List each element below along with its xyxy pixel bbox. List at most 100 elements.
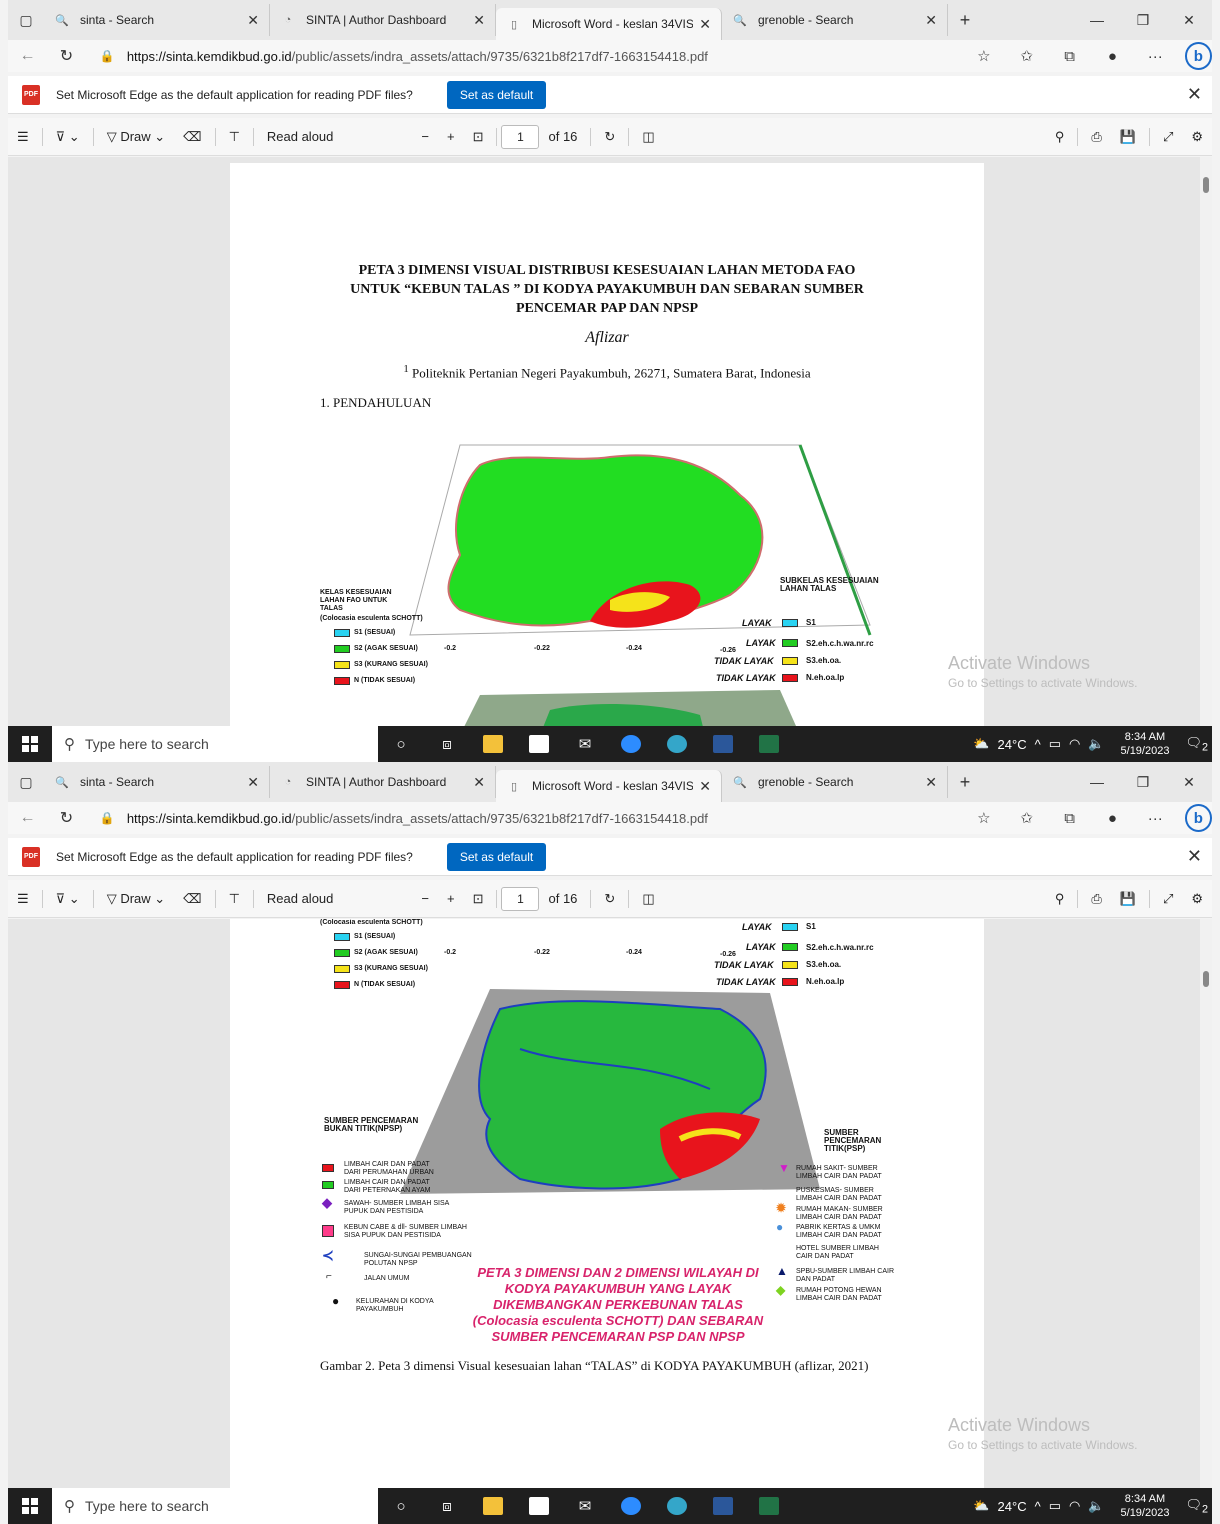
bing-chat-icon[interactable]: b <box>1184 804 1213 832</box>
fit-page-icon[interactable]: ⊡ <box>464 129 493 145</box>
draw-button[interactable]: ▽ Draw ⌄ <box>98 891 174 907</box>
restore-icon[interactable]: ❐ <box>1120 12 1166 29</box>
vertical-scrollbar[interactable] <box>1200 157 1212 728</box>
back-arrow-icon[interactable]: ← <box>8 47 47 65</box>
fullscreen-icon[interactable]: ⤢ <box>1154 129 1182 145</box>
more-options-icon[interactable]: ··· <box>1134 48 1177 65</box>
close-window-icon[interactable]: ✕ <box>1166 12 1212 29</box>
clock[interactable]: 8:34 AM 5/19/2023 <box>1121 730 1170 758</box>
url-field[interactable]: 🔒 https://sinta.kemdikbud.go.id /public/… <box>86 805 963 831</box>
draw-button[interactable]: ▽ Draw ⌄ <box>98 129 174 145</box>
close-tab-icon[interactable]: ✕ <box>699 16 711 33</box>
temperature[interactable]: 24°C <box>998 737 1027 752</box>
close-infobar-icon[interactable]: ✕ <box>1187 846 1202 867</box>
edge-icon[interactable] <box>654 1497 700 1516</box>
eraser-icon[interactable]: ⌫ <box>174 129 210 145</box>
temperature[interactable]: 24°C <box>998 1499 1027 1514</box>
pdf-viewer[interactable]: PETA 3 DIMENSI VISUAL DISTRIBUSI KESESUA… <box>8 157 1212 728</box>
store-icon[interactable] <box>516 1497 562 1516</box>
favorites-icon[interactable]: ✩ <box>1005 47 1048 65</box>
profile-avatar-icon[interactable]: ● <box>1091 48 1134 65</box>
tab-actions-icon[interactable]: ▢ <box>8 12 44 29</box>
tab-actions-icon[interactable]: ▢ <box>8 774 44 791</box>
new-tab-button[interactable]: + <box>948 10 982 31</box>
collections-icon[interactable]: ⧉ <box>1048 810 1091 827</box>
pdf-viewer[interactable]: (Colocasia esculenta SCHOTT) S1 (SESUAI)… <box>8 919 1212 1490</box>
set-as-default-button[interactable]: Set as default <box>446 80 547 109</box>
fullscreen-icon[interactable]: ⤢ <box>1154 891 1182 907</box>
volume-icon[interactable]: 🔈 <box>1088 736 1104 752</box>
find-icon[interactable]: ⚲ <box>1046 129 1074 145</box>
taskbar-search-box[interactable]: ⚲ Type here to search <box>52 1488 378 1524</box>
print-icon[interactable]: ⎙ <box>1082 891 1110 907</box>
rotate-icon[interactable]: ↻ <box>595 129 624 145</box>
battery-icon[interactable]: ▭ <box>1049 1498 1061 1514</box>
close-tab-icon[interactable]: ✕ <box>925 774 937 791</box>
back-arrow-icon[interactable]: ← <box>8 809 47 827</box>
clock[interactable]: 8:34 AM 5/19/2023 <box>1121 1492 1170 1520</box>
contents-icon[interactable]: ☰ <box>8 129 38 145</box>
rotate-icon[interactable]: ↻ <box>595 891 624 907</box>
read-aloud-star-icon[interactable]: ☆ <box>962 809 1005 827</box>
task-view-icon[interactable]: ⧈ <box>424 736 470 753</box>
page-number-input[interactable]: 1 <box>501 886 540 911</box>
tab-sinta-dashboard[interactable]: ◔ SINTA | Author Dashboard ✕ <box>270 4 496 36</box>
close-tab-icon[interactable]: ✕ <box>925 12 937 29</box>
page-view-icon[interactable]: ◫ <box>633 129 663 145</box>
tab-grenoble-search[interactable]: 🔍 grenoble - Search ✕ <box>722 766 948 798</box>
cortana-icon[interactable]: ○ <box>378 736 424 753</box>
taskbar-search-box[interactable]: ⚲ Type here to search <box>52 726 378 762</box>
notification-icon[interactable]: 🗨2 <box>1185 735 1208 754</box>
wifi-icon[interactable]: ◠ <box>1069 736 1080 752</box>
close-tab-icon[interactable]: ✕ <box>247 12 259 29</box>
zoom-out-icon[interactable]: − <box>412 129 438 144</box>
zoom-icon[interactable] <box>608 1497 654 1516</box>
reload-icon[interactable]: ↻ <box>47 808 86 828</box>
reload-icon[interactable]: ↻ <box>47 46 86 66</box>
page-number-input[interactable]: 1 <box>501 124 540 149</box>
scrollbar-thumb[interactable] <box>1203 971 1209 987</box>
text-icon[interactable]: ⊤ <box>220 129 249 145</box>
eraser-icon[interactable]: ⌫ <box>174 891 210 907</box>
chevron-up-icon[interactable]: ^ <box>1035 737 1041 752</box>
file-explorer-icon[interactable] <box>470 1497 516 1516</box>
zoom-icon[interactable] <box>608 735 654 754</box>
fit-page-icon[interactable]: ⊡ <box>464 891 493 907</box>
page-view-icon[interactable]: ◫ <box>633 891 663 907</box>
collections-icon[interactable]: ⧉ <box>1048 48 1091 65</box>
url-field[interactable]: 🔒 https://sinta.kemdikbud.go.id /public/… <box>86 43 963 69</box>
close-tab-icon[interactable]: ✕ <box>699 778 711 795</box>
wifi-icon[interactable]: ◠ <box>1069 1498 1080 1514</box>
highlight-icon[interactable]: ⊽ ⌄ <box>47 891 89 907</box>
read-aloud-star-icon[interactable]: ☆ <box>962 47 1005 65</box>
text-icon[interactable]: ⊤ <box>220 891 249 907</box>
excel-icon[interactable] <box>746 1497 792 1516</box>
weather-icon[interactable]: ⛅ <box>973 1498 989 1514</box>
word-icon[interactable] <box>700 735 746 754</box>
tab-sinta-search[interactable]: 🔍 sinta - Search ✕ <box>44 766 270 798</box>
save-icon[interactable]: 💾 <box>1111 129 1145 145</box>
tab-grenoble-search[interactable]: 🔍 grenoble - Search ✕ <box>722 4 948 36</box>
bing-chat-icon[interactable]: b <box>1184 42 1213 70</box>
volume-icon[interactable]: 🔈 <box>1088 1498 1104 1514</box>
weather-icon[interactable]: ⛅ <box>973 736 989 752</box>
tab-sinta-dashboard[interactable]: ◔ SINTA | Author Dashboard ✕ <box>270 766 496 798</box>
profile-avatar-icon[interactable]: ● <box>1091 810 1134 827</box>
cortana-icon[interactable]: ○ <box>378 1498 424 1515</box>
print-icon[interactable]: ⎙ <box>1082 129 1110 145</box>
contents-icon[interactable]: ☰ <box>8 891 38 907</box>
close-tab-icon[interactable]: ✕ <box>473 12 485 29</box>
read-aloud-button[interactable]: Read aloud <box>258 129 343 144</box>
settings-gear-icon[interactable]: ⚙ <box>1182 891 1212 907</box>
close-tab-icon[interactable]: ✕ <box>473 774 485 791</box>
task-view-icon[interactable]: ⧈ <box>424 1498 470 1515</box>
minimize-icon[interactable]: — <box>1074 12 1120 29</box>
close-window-icon[interactable]: ✕ <box>1166 774 1212 791</box>
save-icon[interactable]: 💾 <box>1111 891 1145 907</box>
zoom-out-icon[interactable]: − <box>412 891 438 906</box>
restore-icon[interactable]: ❐ <box>1120 774 1166 791</box>
excel-icon[interactable] <box>746 735 792 754</box>
tab-word-document[interactable]: ▯ Microsoft Word - keslan 34VISU/ ✕ <box>496 770 722 802</box>
word-icon[interactable] <box>700 1497 746 1516</box>
notification-icon[interactable]: 🗨2 <box>1185 1497 1208 1516</box>
